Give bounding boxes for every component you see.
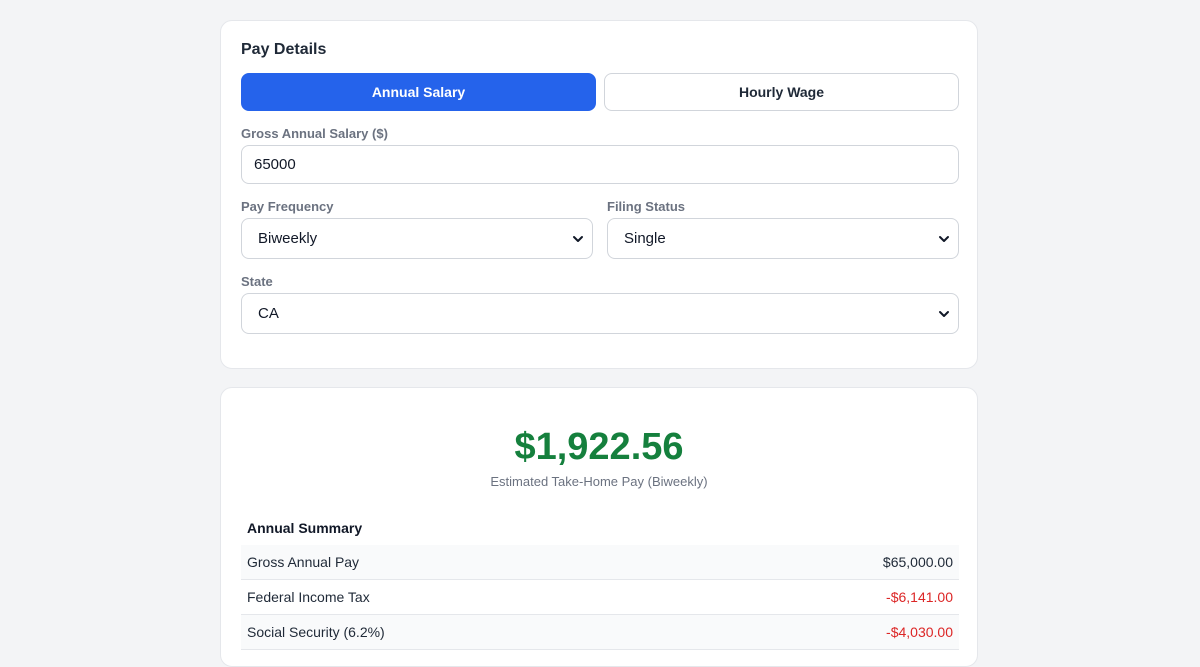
salary-value: 65000 — [254, 156, 296, 173]
summary-row: Social Security (6.2%) -$4,030.00 — [241, 615, 959, 650]
annual-summary-title: Annual Summary — [247, 520, 363, 536]
chevron-down-icon — [938, 308, 950, 320]
annual-summary-table: Gross Annual Pay $65,000.00 Federal Inco… — [241, 545, 959, 650]
salary-label: Gross Annual Salary ($) — [241, 126, 388, 141]
pay-frequency-label: Pay Frequency — [241, 199, 334, 214]
filing-status-value: Single — [624, 230, 666, 247]
takehome-label: Estimated Take-Home Pay (Biweekly) — [490, 474, 708, 489]
chevron-down-icon — [572, 233, 584, 245]
state-label: State — [241, 274, 273, 289]
filing-status-label: Filing Status — [607, 199, 685, 214]
salary-input[interactable]: 65000 — [241, 145, 959, 184]
hourly-wage-tab[interactable]: Hourly Wage — [604, 73, 959, 111]
pay-details-title: Pay Details — [241, 41, 327, 58]
summary-row-value: -$6,141.00 — [886, 589, 953, 605]
summary-row-value: -$4,030.00 — [886, 624, 953, 640]
summary-row-label: Social Security (6.2%) — [247, 624, 385, 640]
takehome-amount: $1,922.56 — [514, 426, 684, 468]
summary-row-label: Federal Income Tax — [247, 589, 370, 605]
pay-frequency-value: Biweekly — [258, 230, 318, 247]
filing-status-select[interactable]: Single — [607, 218, 959, 259]
summary-row-label: Gross Annual Pay — [247, 554, 360, 570]
pay-details-card: Pay Details Annual Salary Hourly Wage Gr… — [220, 20, 978, 369]
state-value: CA — [258, 305, 279, 322]
summary-row-value: $65,000.00 — [882, 554, 953, 570]
summary-row: Gross Annual Pay $65,000.00 — [241, 545, 959, 580]
chevron-down-icon — [938, 233, 950, 245]
state-select[interactable]: CA — [241, 293, 959, 334]
annual-salary-tab[interactable]: Annual Salary — [241, 73, 596, 111]
summary-row: Federal Income Tax -$6,141.00 — [241, 580, 959, 615]
pay-frequency-select[interactable]: Biweekly — [241, 218, 593, 259]
results-card: $1,922.56 Estimated Take-Home Pay (Biwee… — [220, 387, 978, 667]
